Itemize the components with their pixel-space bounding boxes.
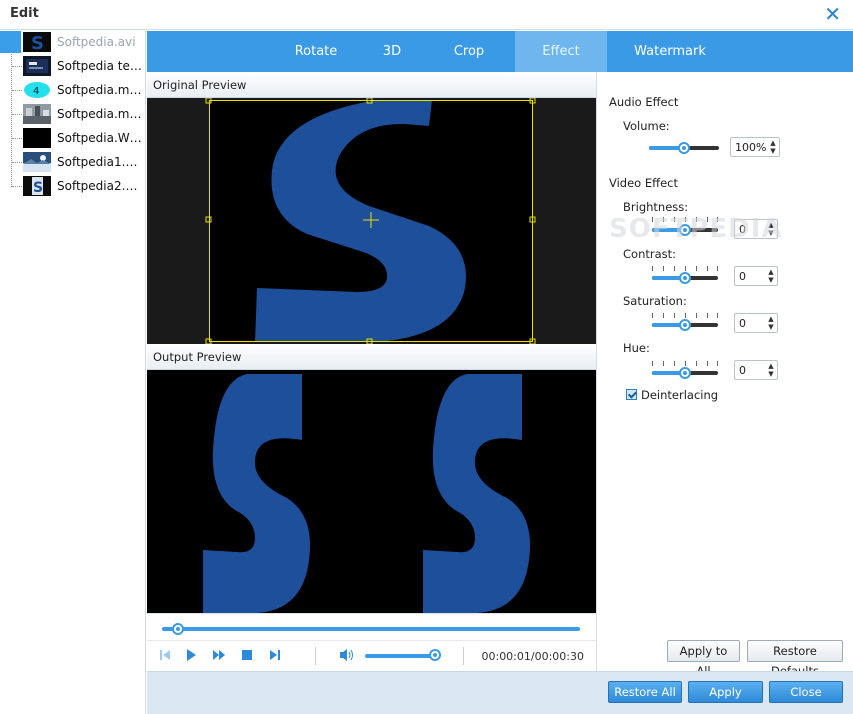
file-item-1[interactable]: Softpedia test. bbox=[0, 55, 146, 77]
audio-effect-title: Audio Effect bbox=[609, 95, 679, 109]
title-bar: Edit ✕ bbox=[0, 0, 853, 30]
seek-bar[interactable] bbox=[162, 627, 580, 631]
original-preview-video bbox=[147, 98, 596, 344]
deinterlacing-label: Deinterlacing bbox=[641, 388, 719, 402]
original-preview-label: Original Preview bbox=[147, 72, 596, 98]
hue-slider-knob[interactable] bbox=[679, 367, 691, 379]
volume-icon[interactable] bbox=[338, 647, 354, 663]
tab-rotate[interactable]: Rotate bbox=[277, 31, 355, 72]
output-preview-label: Output Preview bbox=[147, 344, 596, 370]
close-icon[interactable]: ✕ bbox=[824, 3, 841, 25]
bottom-action-bar: Restore All Apply Close bbox=[147, 671, 853, 714]
tab-3d[interactable]: 3D bbox=[369, 31, 415, 72]
file-name: Softpedia.mpg bbox=[57, 107, 143, 121]
file-name: Softpedia test. bbox=[57, 59, 143, 73]
brightness-label: Brightness: bbox=[623, 200, 689, 214]
stop-icon[interactable] bbox=[239, 647, 255, 663]
seek-knob[interactable] bbox=[172, 623, 184, 635]
thumbnail-screenshot bbox=[23, 56, 51, 76]
player-controls: 00:00:01/00:00:30 bbox=[147, 613, 596, 671]
thumbnail-landscape bbox=[23, 152, 51, 172]
tab-effect[interactable]: Effect bbox=[515, 31, 607, 72]
window-title: Edit bbox=[10, 6, 39, 21]
volume-label: Volume: bbox=[623, 119, 670, 133]
prev-frame-icon[interactable] bbox=[157, 647, 173, 663]
apply-button[interactable]: Apply bbox=[688, 681, 763, 703]
file-name: Softpedia1.avi bbox=[57, 155, 143, 169]
saturation-value: 0 bbox=[739, 317, 746, 330]
file-name: Softpedia.avi bbox=[57, 35, 136, 49]
video-effect-title: Video Effect bbox=[609, 176, 678, 190]
contrast-value: 0 bbox=[739, 270, 746, 283]
tree-branch bbox=[12, 138, 22, 139]
deinterlacing-checkbox[interactable] bbox=[626, 389, 637, 400]
svg-text:S: S bbox=[31, 33, 44, 52]
hue-ticks bbox=[652, 361, 718, 366]
saturation-ticks bbox=[652, 313, 718, 318]
timecode: 00:00:01/00:00:30 bbox=[481, 650, 584, 663]
svg-text:4: 4 bbox=[33, 86, 39, 97]
saturation-label: Saturation: bbox=[623, 294, 687, 308]
svg-text:S: S bbox=[33, 180, 43, 196]
spin-arrows-icon[interactable]: ▲ ▼ bbox=[767, 315, 775, 331]
hue-label: Hue: bbox=[623, 341, 650, 355]
file-item-6[interactable]: S Softpedia2.avi bbox=[0, 175, 146, 197]
close-button[interactable]: Close bbox=[769, 681, 843, 703]
tree-branch bbox=[12, 114, 22, 115]
file-item-0[interactable]: S Softpedia.avi bbox=[0, 31, 146, 53]
tree-branch bbox=[12, 66, 22, 67]
tab-watermark[interactable]: Watermark bbox=[622, 31, 718, 72]
restore-defaults-button[interactable]: Restore Defaults bbox=[747, 640, 843, 678]
tree-branch bbox=[12, 162, 22, 163]
hue-spinbox[interactable]: 0 ▲ ▼ bbox=[734, 360, 778, 380]
play-icon[interactable] bbox=[183, 647, 199, 663]
file-name: Softpedia.WMV bbox=[57, 131, 143, 145]
tree-branch bbox=[12, 186, 22, 187]
thumbnail-black bbox=[23, 128, 51, 148]
separator bbox=[315, 647, 316, 665]
tab-bar: Rotate 3D Crop Effect Watermark bbox=[147, 31, 853, 72]
thumbnail-street-scene bbox=[23, 104, 51, 124]
separator bbox=[463, 647, 464, 665]
spin-arrows-icon[interactable]: ▲ ▼ bbox=[769, 139, 777, 155]
volume-value: 100% bbox=[735, 141, 767, 154]
restore-all-button[interactable]: Restore All bbox=[608, 681, 682, 703]
contrast-slider-knob[interactable] bbox=[679, 272, 691, 284]
tree-branch bbox=[12, 90, 22, 91]
next-frame-icon[interactable] bbox=[267, 647, 283, 663]
file-list: S Softpedia.avi Softpedia test. 4 Softpe… bbox=[0, 31, 146, 714]
file-item-5[interactable]: Softpedia1.avi bbox=[0, 151, 146, 173]
file-name: Softpedia.mov bbox=[57, 83, 143, 97]
apply-to-all-button[interactable]: Apply to All bbox=[667, 640, 740, 678]
spin-arrows-icon[interactable]: ▲ ▼ bbox=[767, 268, 775, 284]
contrast-ticks bbox=[652, 266, 718, 271]
fast-forward-icon[interactable] bbox=[211, 647, 227, 663]
spin-arrows-icon[interactable]: ▲ ▼ bbox=[767, 362, 775, 378]
player-volume-knob[interactable] bbox=[429, 649, 442, 661]
selection-marker bbox=[0, 31, 21, 53]
settings-panel: Audio Effect Volume: 100% ▲ ▼ Video Effec… bbox=[596, 72, 853, 678]
thumbnail-cyan-shape: 4 bbox=[23, 80, 51, 100]
softpedia-watermark: SOFTPEDIA bbox=[609, 214, 783, 244]
hue-value: 0 bbox=[739, 364, 746, 377]
contrast-label: Contrast: bbox=[623, 247, 677, 261]
preview-panel: Original Preview Output Preview 00:00:01… bbox=[147, 72, 596, 714]
volume-spinbox[interactable]: 100% ▲ ▼ bbox=[730, 137, 780, 157]
output-preview-video bbox=[147, 370, 596, 613]
player-volume-slider[interactable] bbox=[365, 654, 439, 658]
saturation-slider-knob[interactable] bbox=[679, 319, 691, 331]
thumbnail-blue-s-logo: S bbox=[23, 32, 51, 52]
tab-crop[interactable]: Crop bbox=[437, 31, 501, 72]
control-row: 00:00:01/00:00:30 bbox=[147, 640, 596, 670]
file-item-2[interactable]: 4 Softpedia.mov bbox=[0, 79, 146, 101]
file-name: Softpedia2.avi bbox=[57, 179, 143, 193]
contrast-spinbox[interactable]: 0 ▲ ▼ bbox=[734, 266, 778, 286]
saturation-spinbox[interactable]: 0 ▲ ▼ bbox=[734, 313, 778, 333]
file-item-4[interactable]: Softpedia.WMV bbox=[0, 127, 146, 149]
thumbnail-small-s-logo: S bbox=[23, 176, 51, 196]
file-item-3[interactable]: Softpedia.mpg bbox=[0, 103, 146, 125]
volume-slider-knob[interactable] bbox=[678, 142, 690, 154]
